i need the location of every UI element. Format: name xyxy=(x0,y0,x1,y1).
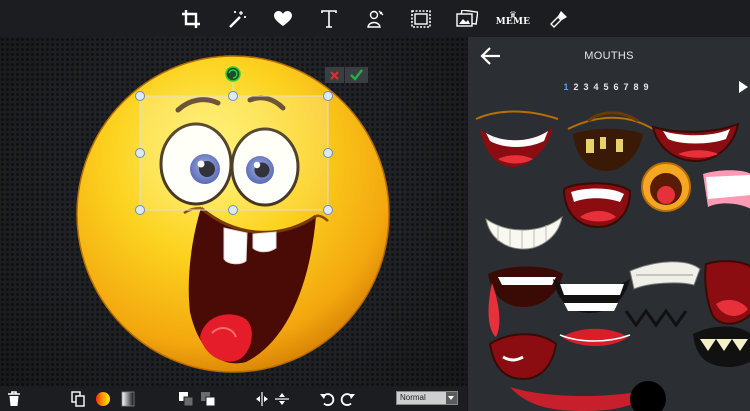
chevron-down-icon xyxy=(446,392,457,404)
mouth-sticker[interactable] xyxy=(624,302,694,345)
page-7[interactable]: 7 xyxy=(622,82,630,92)
editor-canvas[interactable] xyxy=(0,37,467,386)
paint-tool[interactable] xyxy=(536,0,582,37)
blend-mode-select[interactable]: Normal xyxy=(396,391,458,405)
mouth-sticker[interactable] xyxy=(562,182,632,229)
mouths-panel: MOUTHS 1 2 3 4 5 6 7 8 9 xyxy=(467,37,750,411)
clipart-tool[interactable] xyxy=(352,0,398,37)
canvas-artwork xyxy=(76,55,390,373)
mouth-sticker[interactable] xyxy=(651,122,740,163)
bring-forward-button[interactable] xyxy=(200,390,216,407)
page-numbers: 1 2 3 4 5 6 7 8 9 xyxy=(562,82,650,92)
meme-icon: ♛ MEME xyxy=(495,9,531,27)
mouth-sticker[interactable] xyxy=(567,111,654,171)
next-page-icon[interactable] xyxy=(738,81,748,93)
magic-wand-tool[interactable] xyxy=(214,0,260,37)
frame-tool[interactable] xyxy=(398,0,444,37)
paint-brush-icon xyxy=(550,10,567,28)
mouth-sticker[interactable] xyxy=(510,381,666,411)
mouth-sticker[interactable] xyxy=(693,326,750,368)
mouth-sticker[interactable] xyxy=(553,279,630,313)
mouth-sticker[interactable] xyxy=(488,266,563,338)
mouth-gallery xyxy=(475,110,750,411)
rotate-left-button[interactable] xyxy=(319,390,335,407)
panel-header: MOUTHS xyxy=(468,37,750,75)
duplicate-button[interactable] xyxy=(71,390,85,407)
heart-icon xyxy=(274,10,292,26)
page-8[interactable]: 8 xyxy=(632,82,640,92)
photo-tool[interactable] xyxy=(444,0,490,37)
layer-front-icon xyxy=(201,391,216,406)
clipart-icon xyxy=(367,10,384,28)
flip-horizontal-button[interactable] xyxy=(254,390,270,407)
editor-app: ♛ MEME MOUTHS 1 2 3 4 5 6 7 8 9 Normal xyxy=(0,0,750,411)
page-4[interactable]: 4 xyxy=(592,82,600,92)
blend-mode-value: Normal xyxy=(400,393,426,402)
text-tool[interactable] xyxy=(306,0,352,37)
panel-title: MOUTHS xyxy=(584,50,634,62)
mouth-sticker[interactable] xyxy=(559,328,631,346)
rotate-right-button[interactable] xyxy=(340,390,356,407)
copy-icon xyxy=(71,390,85,407)
flip-vertical-button[interactable] xyxy=(274,390,290,407)
crop-icon xyxy=(182,9,200,28)
page-2[interactable]: 2 xyxy=(572,82,580,92)
delete-button[interactable] xyxy=(7,390,21,407)
gradient-button[interactable] xyxy=(121,390,135,407)
meme-tool[interactable]: ♛ MEME xyxy=(490,0,536,37)
page-1[interactable]: 1 xyxy=(562,82,570,92)
rotate-handle[interactable] xyxy=(225,66,241,82)
mouth-sticker[interactable] xyxy=(703,170,750,209)
color-icon xyxy=(96,391,110,406)
back-arrow-icon[interactable] xyxy=(480,46,502,66)
page-3[interactable]: 3 xyxy=(582,82,590,92)
layer-back-icon xyxy=(179,391,194,406)
trash-icon xyxy=(8,390,20,406)
text-icon xyxy=(321,9,337,28)
mouth-sticker[interactable] xyxy=(475,110,559,168)
mouth-sticker[interactable] xyxy=(629,261,701,290)
frame-icon xyxy=(411,9,431,28)
confirm-button[interactable] xyxy=(345,67,368,83)
flip-horizontal-icon xyxy=(256,391,268,406)
photos-icon xyxy=(456,9,478,27)
page-5[interactable]: 5 xyxy=(602,82,610,92)
favorites-tool[interactable] xyxy=(260,0,306,37)
mouth-sticker[interactable] xyxy=(641,162,691,212)
page-9[interactable]: 9 xyxy=(642,82,650,92)
rotate-right-icon xyxy=(340,392,355,406)
gradient-icon xyxy=(121,391,135,406)
send-backward-button[interactable] xyxy=(178,390,194,407)
meme-label: MEME xyxy=(495,16,531,27)
color-button[interactable] xyxy=(95,390,111,407)
page-6[interactable]: 6 xyxy=(612,82,620,92)
mouth-sticker[interactable] xyxy=(488,333,558,381)
mouth-sticker[interactable] xyxy=(704,260,750,325)
mouth-sticker[interactable] xyxy=(485,215,563,250)
cancel-button[interactable] xyxy=(325,67,344,83)
flip-vertical-icon xyxy=(275,392,289,405)
top-toolbar: ♛ MEME xyxy=(0,0,750,37)
crop-tool[interactable] xyxy=(168,0,214,37)
rotate-left-icon xyxy=(320,392,335,406)
bottom-toolbar: Normal xyxy=(0,386,467,411)
magic-wand-icon xyxy=(229,10,246,28)
